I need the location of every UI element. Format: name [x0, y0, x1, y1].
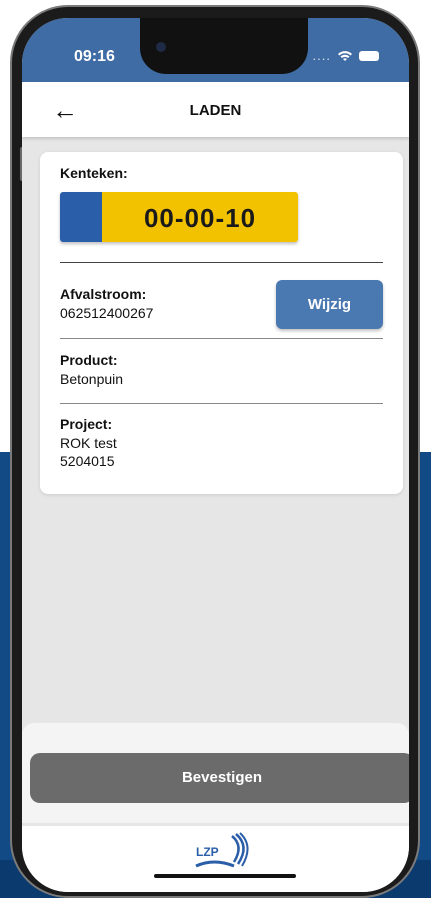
logo-text: LZP — [196, 845, 219, 859]
home-indicator[interactable] — [154, 874, 296, 878]
bevestigen-button[interactable]: Bevestigen — [30, 753, 409, 803]
project-label: Project: — [60, 416, 113, 432]
kenteken-label: Kenteken: — [60, 165, 128, 181]
project-name: ROK test — [60, 435, 117, 451]
wifi-icon — [338, 50, 352, 61]
status-bar: 09:16 .... — [22, 18, 409, 82]
camera-icon — [156, 42, 166, 52]
lzp-logo: LZP — [194, 832, 254, 872]
product-label: Product: — [60, 352, 118, 368]
signal-dots: .... — [312, 48, 331, 63]
license-plate-number: 00-00-10 — [143, 203, 257, 233]
license-plate: 00-00-10 — [60, 192, 298, 242]
afvalstroom-label: Afvalstroom: — [60, 286, 147, 302]
details-card: Kenteken: 00-00-10 Afvalstroom: 06251240… — [40, 152, 403, 494]
lzp-logo-icon: LZP — [195, 832, 249, 868]
product-value: Betonpuin — [60, 371, 124, 387]
divider — [60, 403, 383, 404]
wijzig-button[interactable]: Wijzig — [276, 280, 383, 329]
divider — [60, 262, 383, 263]
license-plate-country-strip — [60, 192, 102, 242]
status-icons: .... — [313, 48, 379, 63]
battery-icon — [359, 50, 379, 61]
divider — [60, 338, 383, 339]
afvalstroom-value: 062512400267 — [60, 305, 154, 321]
app-screen: 09:16 .... ← LADEN Kenteken: 00-00-10 Af… — [22, 18, 409, 892]
project-number: 5204015 — [60, 453, 115, 469]
page-title: LADEN — [189, 102, 242, 119]
status-time: 09:16 — [74, 48, 115, 65]
nav-bar: ← LADEN — [22, 82, 409, 137]
